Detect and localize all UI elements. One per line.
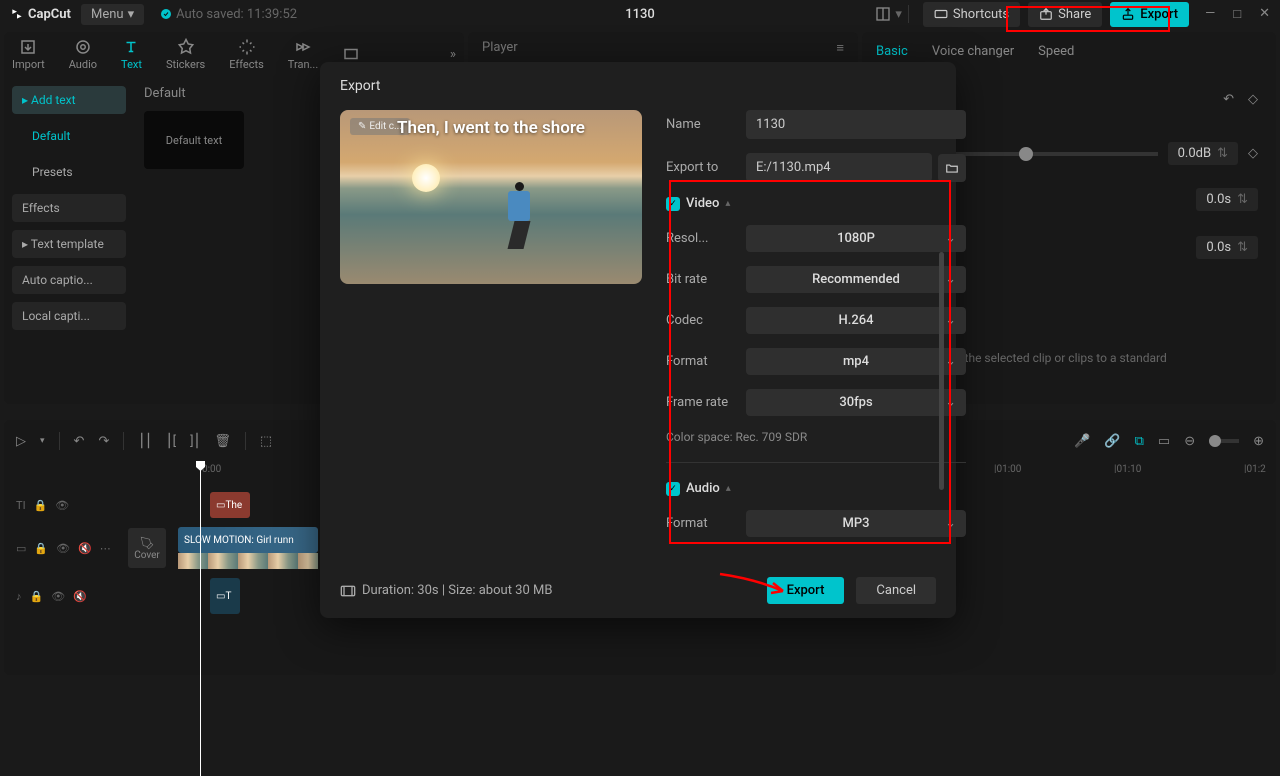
keyframe-icon[interactable]: ◇	[1248, 92, 1258, 107]
browse-folder-button[interactable]	[938, 154, 966, 182]
split-right-icon[interactable]: ]⎮	[190, 434, 200, 449]
time-value-2[interactable]: 0.0s⇅	[1196, 236, 1258, 259]
window-close[interactable]: ✕	[1259, 6, 1270, 22]
cover-clip[interactable]: Cover	[128, 528, 166, 568]
crop-icon[interactable]: ⬚	[260, 434, 272, 449]
undo-icon[interactable]: ↶	[1223, 92, 1234, 107]
ruler-tick: | 01:10	[1114, 464, 1116, 475]
tab-transitions[interactable]: Tran...	[288, 38, 318, 71]
sidebar-text-template[interactable]: ▸ Text template	[12, 230, 126, 258]
zoom-out-icon[interactable]: ⊖	[1184, 434, 1195, 449]
tab-effects[interactable]: Effects	[229, 38, 264, 71]
window-minimize[interactable]: —	[1205, 6, 1215, 22]
audio-track-icon: ♪	[16, 590, 22, 603]
sidebar-default[interactable]: Default	[12, 122, 126, 150]
modal-title: Export	[340, 78, 936, 94]
default-text-thumbnail[interactable]: Default text	[144, 111, 244, 169]
tab-audio[interactable]: Audio	[69, 38, 97, 71]
audio-clip[interactable]: ▭T	[210, 578, 240, 614]
lock-icon[interactable]: 🔒	[34, 542, 48, 555]
bitrate-label: Bit rate	[666, 272, 746, 287]
menu-button[interactable]: Menu▾	[81, 4, 144, 25]
audio-section[interactable]: ✓ Audio ▴	[666, 481, 966, 496]
sidebar-presets[interactable]: Presets	[12, 158, 126, 186]
video-track-icon: ▭	[16, 542, 26, 555]
cancel-button[interactable]: Cancel	[856, 577, 936, 604]
video-checkbox[interactable]: ✓	[666, 197, 680, 211]
sidebar-auto-captions[interactable]: Auto captio...	[12, 266, 126, 294]
framerate-label: Frame rate	[666, 395, 746, 410]
mute-icon[interactable]: 🔇	[73, 590, 87, 603]
tab-basic[interactable]: Basic	[876, 44, 908, 59]
audio-format-select[interactable]: MP3	[746, 510, 966, 537]
layout-icon[interactable]	[875, 6, 891, 22]
ruler-tick: | 01:00	[994, 464, 996, 475]
tab-stickers[interactable]: Stickers	[166, 38, 205, 71]
name-label: Name	[666, 117, 746, 132]
resolution-label: Resol...	[666, 231, 746, 246]
link-icon[interactable]: 🔗	[1104, 434, 1120, 449]
tab-import[interactable]: Import	[12, 38, 45, 71]
tab-speed[interactable]: Speed	[1038, 44, 1074, 59]
duration-info: Duration: 30s | Size: about 30 MB	[340, 583, 552, 599]
text-clip[interactable]: ▭ The	[210, 492, 250, 518]
text-track-icon: TI	[16, 499, 26, 512]
video-clip[interactable]: SLOW MOTION: Girl runn	[178, 527, 318, 553]
codec-label: Codec	[666, 313, 746, 328]
video-section[interactable]: ✓ Video ▴	[666, 196, 966, 211]
app-logo: CapCut	[10, 7, 71, 22]
format-label: Format	[666, 354, 746, 369]
exportto-input[interactable]	[746, 153, 932, 182]
sidebar-effects[interactable]: Effects	[12, 194, 126, 222]
project-title: 1130	[625, 7, 655, 22]
preview-caption: Then, I went to the shore	[340, 118, 642, 138]
delete-icon[interactable]: 🗑	[214, 434, 231, 449]
autosave-status: Auto saved: 11:39:52	[160, 7, 297, 22]
volume-db[interactable]: 0.0dB⇅	[1168, 142, 1238, 165]
playhead[interactable]	[200, 464, 201, 776]
codec-select[interactable]: H.264	[746, 307, 966, 334]
export-modal: Export ✎ Edit c... Then, I went to the s…	[320, 62, 956, 618]
eye-icon[interactable]: 👁	[55, 499, 69, 512]
lock-icon[interactable]: 🔒	[34, 499, 48, 512]
format-select[interactable]: mp4	[746, 348, 966, 375]
eye-icon[interactable]: 👁	[56, 542, 70, 555]
player-label: Player	[482, 40, 518, 56]
tab-voice-changer[interactable]: Voice changer	[932, 44, 1014, 59]
export-button-top[interactable]: Export	[1110, 2, 1189, 27]
undo-icon[interactable]: ↶	[74, 434, 85, 449]
ruler-tick: | 01:2	[1244, 464, 1246, 475]
tab-text[interactable]: Text	[121, 38, 142, 71]
resolution-select[interactable]: 1080P	[746, 225, 966, 252]
mute-icon[interactable]: 🔇	[78, 542, 92, 555]
audio-checkbox[interactable]: ✓	[666, 482, 680, 496]
time-value-1[interactable]: 0.0s⇅	[1196, 188, 1258, 211]
colorspace-info: Color space: Rec. 709 SDR	[666, 430, 966, 444]
split-left-icon[interactable]: ⎮[	[166, 434, 176, 449]
snap-icon[interactable]: ⧉	[1135, 434, 1144, 449]
audio-format-label: Format	[666, 516, 746, 531]
keyframe-icon[interactable]: ◇	[1248, 146, 1258, 161]
framerate-select[interactable]: 30fps	[746, 389, 966, 416]
bitrate-select[interactable]: Recommended	[746, 266, 966, 293]
lock-icon[interactable]: 🔒	[30, 590, 44, 603]
mic-icon[interactable]: 🎤	[1074, 434, 1090, 449]
select-tool[interactable]: ▷	[16, 434, 26, 449]
player-menu-icon[interactable]: ≡	[836, 40, 844, 56]
eye-icon[interactable]: 👁	[51, 590, 65, 603]
shortcuts-button[interactable]: Shortcuts	[923, 2, 1020, 27]
window-maximize[interactable]: □	[1233, 6, 1241, 22]
exportto-label: Export to	[666, 160, 746, 175]
tab-more[interactable]	[342, 45, 360, 63]
export-preview[interactable]: ✎ Edit c... Then, I went to the shore	[340, 110, 642, 284]
preview-icon[interactable]: ▭	[1158, 434, 1170, 449]
name-input[interactable]	[746, 110, 966, 139]
sidebar-add-text[interactable]: ▸ Add text	[12, 86, 126, 114]
redo-icon[interactable]: ↷	[98, 434, 109, 449]
split-icon[interactable]: ⎮⎮	[138, 434, 152, 449]
sidebar-local-captions[interactable]: Local capti...	[12, 302, 126, 330]
share-button[interactable]: Share	[1028, 2, 1102, 27]
zoom-in-icon[interactable]: ⊕	[1253, 434, 1264, 449]
modal-scrollbar[interactable]	[939, 252, 944, 490]
